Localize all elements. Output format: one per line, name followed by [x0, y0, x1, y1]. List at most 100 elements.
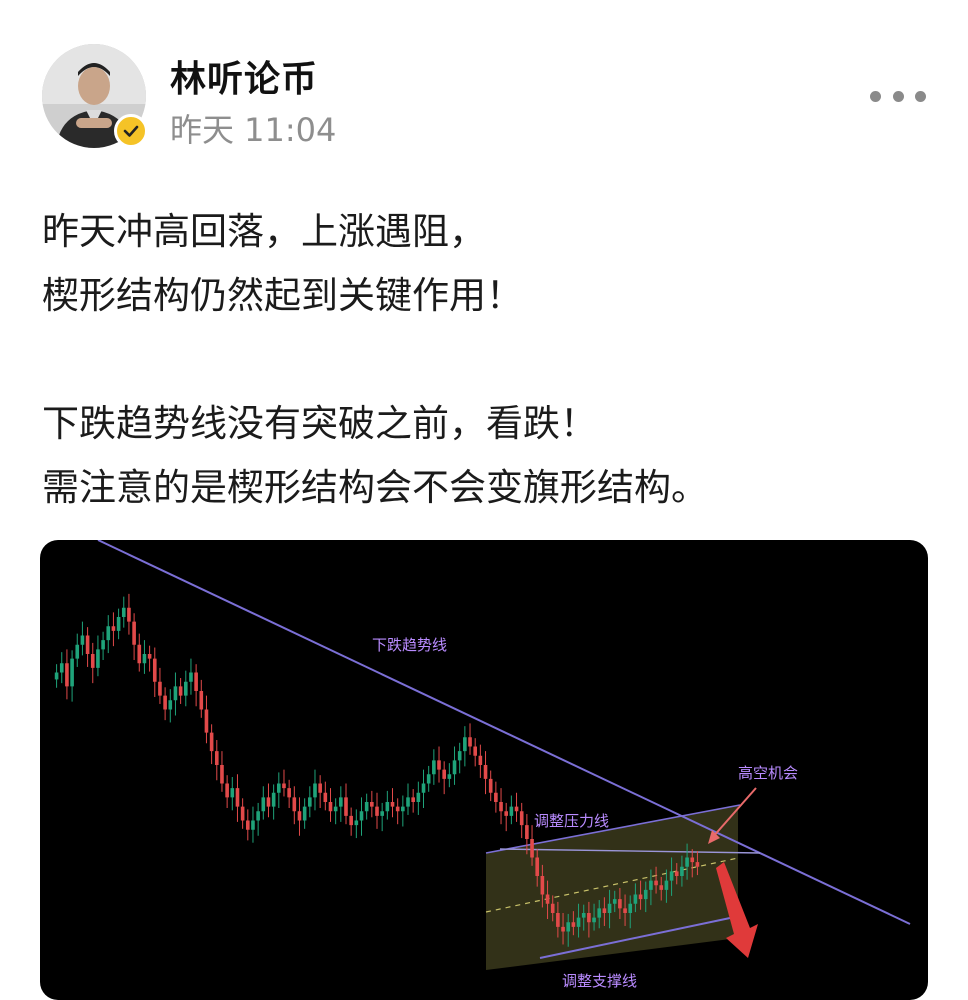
candle-body	[132, 621, 136, 645]
candle-body	[597, 908, 602, 918]
candle-body	[339, 797, 343, 807]
candle-body	[328, 802, 333, 812]
candle-body	[349, 815, 353, 826]
candle-body	[152, 658, 157, 682]
candle-body	[282, 783, 286, 789]
candle-body	[318, 783, 322, 793]
more-options-icon[interactable]	[870, 86, 926, 106]
candle-body	[183, 681, 188, 696]
candle-body	[375, 806, 379, 816]
candle-body	[514, 806, 519, 812]
candle-body	[235, 788, 240, 807]
avatar[interactable]	[42, 44, 148, 148]
candle-body	[411, 797, 415, 802]
candle-body	[240, 806, 245, 821]
candle-body	[437, 760, 441, 770]
candle-body	[137, 644, 142, 664]
candle-body	[111, 626, 116, 631]
candle-body	[261, 797, 266, 812]
candle-body	[447, 774, 452, 779]
candle-body	[457, 751, 462, 761]
candle-body	[116, 617, 121, 631]
candle-body	[478, 755, 483, 765]
candle-body	[483, 765, 488, 779]
candle-body	[664, 880, 669, 890]
candle-body	[173, 686, 178, 701]
candle-body	[225, 783, 229, 798]
candle-body	[587, 913, 591, 923]
candle-body	[442, 769, 446, 779]
candle-body	[530, 839, 534, 858]
candle-body	[297, 811, 302, 821]
candle-body	[142, 654, 147, 664]
candle-body	[607, 903, 612, 913]
candle-body	[75, 644, 80, 659]
candle-body	[519, 811, 524, 826]
candle-body	[308, 797, 312, 807]
candle-body	[323, 792, 328, 802]
candle-body	[90, 654, 95, 668]
candle-body	[432, 760, 436, 775]
candle-body	[633, 894, 638, 904]
candle-body	[690, 857, 695, 863]
candle-body	[80, 635, 85, 645]
candle-body	[540, 876, 545, 895]
candle-body	[680, 866, 684, 876]
candle-body	[220, 765, 224, 784]
verified-badge-icon	[114, 114, 148, 148]
candle-body	[592, 917, 596, 923]
candle-body	[612, 899, 617, 904]
candle-body	[106, 626, 111, 641]
candle-body	[266, 797, 271, 807]
candle-body	[209, 732, 214, 752]
candle-body	[618, 899, 622, 909]
candle-body	[473, 746, 478, 756]
candle-body	[147, 654, 152, 659]
candle-body	[545, 894, 550, 904]
candle-body	[385, 802, 390, 812]
post-line-blank	[42, 328, 922, 392]
candle-body	[654, 880, 658, 886]
candle-body	[390, 802, 395, 807]
dot	[892, 90, 904, 102]
candle-body	[59, 663, 64, 673]
candle-body	[292, 797, 297, 812]
candle-body	[550, 903, 555, 913]
author-name[interactable]: 林听论币	[170, 50, 318, 102]
candle-body	[333, 806, 338, 812]
candle-body	[525, 825, 529, 839]
post-line: 下跌趋势线没有突破之前，看跌！	[42, 402, 597, 445]
candlestick-chart: 下跌趋势线 调整压力线 高空机会 调整支撑线	[54, 540, 911, 990]
candle-body	[401, 806, 405, 812]
candle-body	[121, 607, 126, 617]
candle-body	[499, 802, 503, 812]
candle-body	[178, 686, 183, 696]
candle-body	[214, 751, 219, 765]
candle-body	[426, 774, 431, 784]
candle-body	[623, 908, 627, 913]
candle-body	[313, 783, 317, 798]
candle-body	[199, 691, 204, 710]
dot	[915, 90, 926, 102]
candle-body	[287, 788, 291, 798]
candle-body	[364, 802, 369, 812]
candle-body	[54, 672, 59, 680]
post-line: 楔形结构仍然起到关键作用！	[42, 274, 523, 317]
candle-body	[509, 806, 514, 816]
candle-body	[256, 811, 260, 821]
candle-body	[561, 926, 565, 932]
candle-body	[571, 922, 576, 927]
short-opportunity-label: 高空机会	[738, 764, 798, 782]
candle-body	[488, 778, 493, 793]
candle-body	[535, 857, 540, 876]
candle-body	[556, 913, 560, 927]
candle-body	[395, 806, 400, 812]
post-body: 昨天冲高回落，上涨遇阻， 楔形结构仍然起到关键作用！ 下跌趋势线没有突破之前，看…	[42, 200, 922, 520]
candle-body	[65, 663, 69, 687]
candle-body	[96, 649, 100, 668]
candle-body	[628, 903, 633, 913]
candle-body	[101, 640, 105, 650]
candle-body	[158, 681, 162, 696]
chart-image[interactable]: 下跌趋势线 调整压力线 高空机会 调整支撑线	[40, 540, 928, 1000]
candle-body	[674, 871, 679, 876]
